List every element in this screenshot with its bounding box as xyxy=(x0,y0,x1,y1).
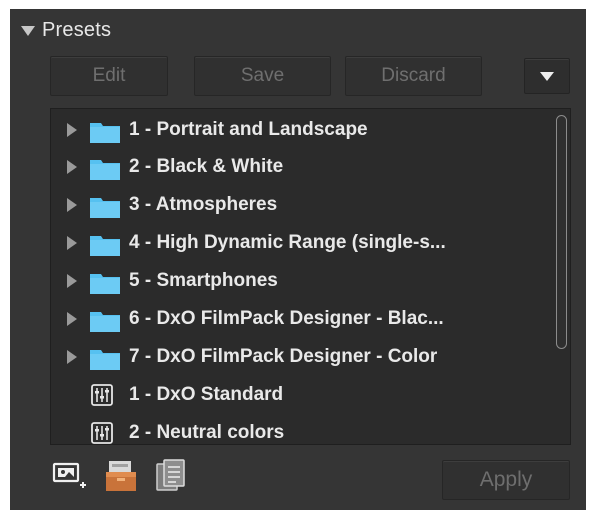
list-item-label: 7 - DxO FilmPack Designer - Color xyxy=(129,346,438,367)
list-item-label: 1 - DxO Standard xyxy=(129,384,284,405)
list-item-label: 2 - Black & White xyxy=(129,156,284,177)
collapse-triangle-icon[interactable] xyxy=(21,26,35,36)
save-button[interactable]: Save xyxy=(194,56,331,96)
presets-panel: Presets Edit Save Discard 1 - Portrait a… xyxy=(10,9,586,510)
panel-title: Presets xyxy=(42,18,112,41)
list-item-label: 2 - Neutral colors xyxy=(129,422,285,443)
import-preset-icon[interactable] xyxy=(103,458,139,494)
list-item[interactable]: 4 - High Dynamic Range (single-s... xyxy=(51,224,551,262)
new-preset-icon[interactable] xyxy=(52,458,88,494)
list-item-label: 4 - High Dynamic Range (single-s... xyxy=(129,232,446,253)
expand-arrow-icon[interactable] xyxy=(67,350,77,364)
folder-icon xyxy=(90,198,120,218)
preset-sliders-icon xyxy=(91,384,113,406)
expand-arrow-icon[interactable] xyxy=(67,198,77,212)
list-scrollbar[interactable] xyxy=(556,115,567,349)
list-item-label: 6 - DxO FilmPack Designer - Blac... xyxy=(129,308,444,329)
dropdown-triangle-icon xyxy=(540,71,554,81)
edit-button[interactable]: Edit xyxy=(50,56,168,96)
list-item[interactable]: 2 - Neutral colors xyxy=(51,414,551,444)
preset-sliders-icon xyxy=(91,422,113,444)
presets-list[interactable]: 1 - Portrait and Landscape 2 - Black & W… xyxy=(50,108,571,445)
expand-arrow-icon[interactable] xyxy=(67,236,77,250)
expand-arrow-icon[interactable] xyxy=(67,160,77,174)
discard-button[interactable]: Discard xyxy=(345,56,482,96)
expand-arrow-icon[interactable] xyxy=(67,274,77,288)
apply-button[interactable]: Apply xyxy=(442,460,570,500)
list-item[interactable]: 1 - DxO Standard xyxy=(51,376,551,414)
folder-icon xyxy=(90,312,120,332)
duplicate-preset-icon[interactable] xyxy=(153,458,189,494)
folder-icon xyxy=(90,350,120,370)
list-item-label: 1 - Portrait and Landscape xyxy=(129,119,368,140)
list-item-label: 3 - Atmospheres xyxy=(129,194,278,215)
folder-icon xyxy=(90,160,120,180)
list-item[interactable]: 7 - DxO FilmPack Designer - Color xyxy=(51,338,551,376)
list-item[interactable]: 6 - DxO FilmPack Designer - Blac... xyxy=(51,300,551,338)
list-item[interactable]: 5 - Smartphones xyxy=(51,262,551,300)
list-item[interactable]: 3 - Atmospheres xyxy=(51,186,551,224)
panel-header[interactable]: Presets xyxy=(21,17,111,43)
folder-icon xyxy=(90,274,120,294)
list-item[interactable]: 2 - Black & White xyxy=(51,148,551,186)
presets-menu-button[interactable] xyxy=(524,58,570,94)
folder-icon xyxy=(90,236,120,256)
expand-arrow-icon[interactable] xyxy=(67,123,77,137)
list-item-label: 5 - Smartphones xyxy=(129,270,278,291)
list-item[interactable]: 1 - Portrait and Landscape xyxy=(51,111,551,149)
folder-icon xyxy=(90,123,120,143)
expand-arrow-icon[interactable] xyxy=(67,312,77,326)
